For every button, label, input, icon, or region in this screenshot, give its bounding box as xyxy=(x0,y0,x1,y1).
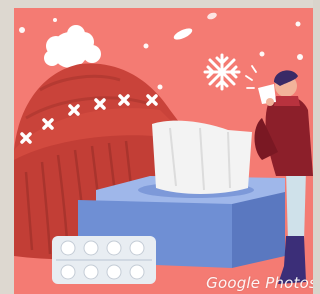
pill-blister-pack-icon xyxy=(52,236,156,284)
cold-season-illustration xyxy=(0,0,313,294)
snowflake-icon xyxy=(203,53,241,91)
watermark-text: Google Photos xyxy=(206,274,313,292)
photo-frame: Google Photos xyxy=(0,0,313,294)
